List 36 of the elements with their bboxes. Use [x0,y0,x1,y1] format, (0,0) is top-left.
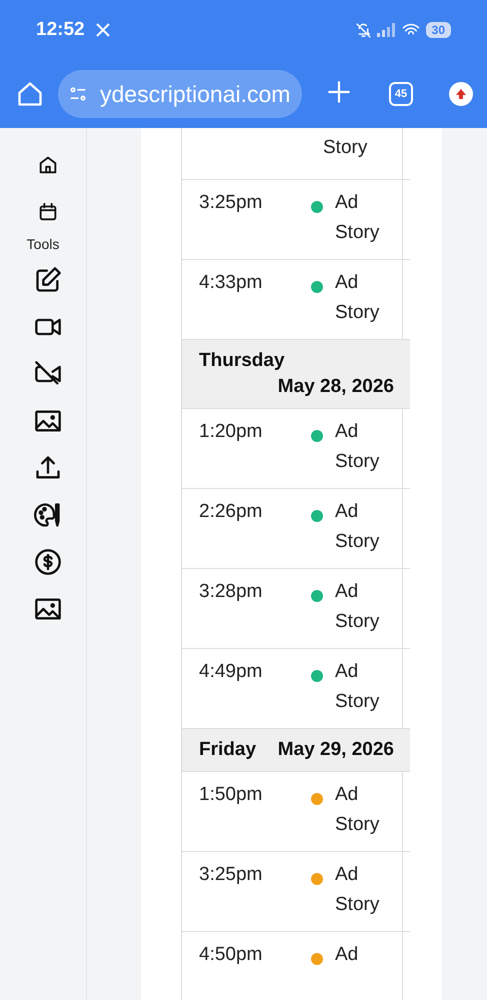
event-time: 3:28pm [199,581,264,604]
home-icon[interactable] [37,154,59,176]
palette-brush-icon[interactable] [34,501,62,529]
event-time: 4:33pm [199,272,264,295]
clock-time: 12:52 [36,19,85,41]
event-title[interactable]: Ad Story [335,657,395,728]
event-time: 3:25pm [199,192,264,215]
event-title[interactable]: Ad Story [335,780,395,851]
edit-icon[interactable] [34,266,62,294]
event-time: 4:49pm [199,661,264,684]
event-time: 1:50pm [199,784,264,807]
x-logo-icon [94,22,111,38]
new-tab-plus-icon[interactable] [326,78,352,104]
battery-level: 30 [426,22,451,38]
event-title[interactable]: Ad Story [335,188,395,259]
day-name: Friday [199,739,256,761]
calendar-icon[interactable] [37,201,59,223]
event-title[interactable]: Ad Story [335,577,395,648]
event-title[interactable]: Ad Story [335,417,395,488]
event-title[interactable]: Ad Story [335,860,395,931]
event-title[interactable]: Ad Story [335,497,395,568]
event-title[interactable]: Ad Story [335,268,395,339]
tools-label: Tools [26,236,60,252]
event-title: Story [323,136,368,160]
event-time: 1:20pm [199,421,264,444]
signal-icon [376,22,396,38]
event-time: 2:26pm [199,501,264,524]
event-time: 4:50pm [199,944,264,967]
dollar-coin-icon[interactable] [34,548,62,576]
day-name: Thursday [199,350,285,372]
tab-count-button[interactable]: 45 [389,82,413,106]
event-title[interactable]: Ad [335,940,395,1000]
day-date: May 29, 2026 [278,739,394,761]
day-date: May 28, 2026 [278,376,394,398]
event-time: 3:25pm [199,864,264,887]
muted-bell-icon [354,22,372,38]
